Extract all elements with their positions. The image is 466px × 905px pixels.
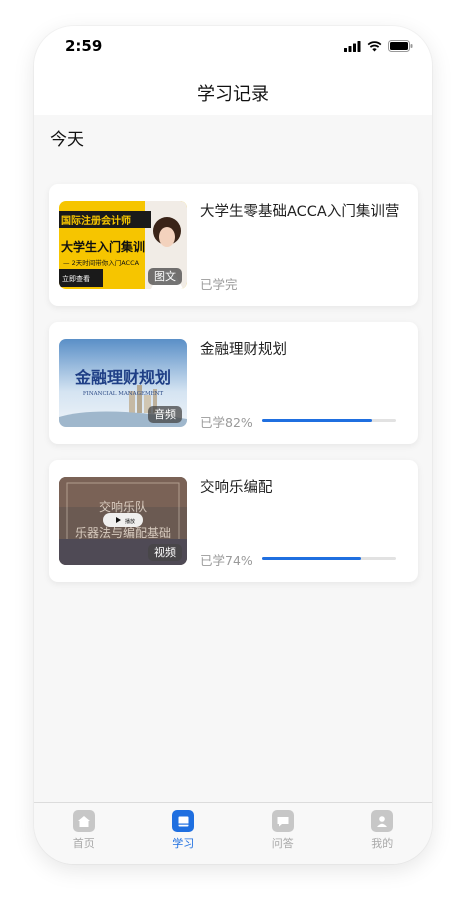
progress-bar: [262, 557, 396, 560]
tab-mine[interactable]: 我的: [333, 803, 433, 864]
thumb-text-sub: FINANCIAL MANAGEMENT: [83, 391, 164, 397]
thumb-text-line3: — 2天时间带你入门ACCA: [63, 258, 140, 267]
thumb-text-line1: 交响乐队: [99, 499, 147, 514]
play-button-label: 播放: [125, 518, 135, 525]
course-thumbnail: 国际注册会计师 大学生入门集训 — 2天时间带你入门ACCA 立即查看 图文: [59, 201, 187, 289]
course-thumbnail: 金融理财规划 FINANCIAL MANAGEMENT 音频: [59, 339, 187, 427]
course-card[interactable]: 交响乐队 乐器法与编配基础 播放 视频 交响乐编配 已学74%: [49, 460, 418, 582]
tab-label: 我的: [371, 837, 394, 850]
content-area[interactable]: 今天 国际注册会计师 大学生入门集训 — 2天时间带你入门ACCA 立即查看 图…: [34, 115, 432, 802]
user-icon: [371, 810, 394, 832]
type-badge: 视频: [148, 544, 182, 561]
course-title: 大学生零基础ACCA入门集训营: [200, 204, 400, 220]
home-icon: [72, 810, 95, 832]
thumb-text-line1: 国际注册会计师: [61, 214, 131, 227]
status-icons: [344, 40, 413, 52]
tab-label: 首页: [72, 837, 95, 850]
tab-study[interactable]: 学习: [134, 803, 234, 864]
status-time: 2:59: [65, 37, 103, 55]
course-card[interactable]: 国际注册会计师 大学生入门集训 — 2天时间带你入门ACCA 立即查看 图文 大…: [49, 184, 418, 306]
thumb-text-line2: 大学生入门集训: [61, 239, 145, 254]
progress-bar-fill: [262, 419, 372, 422]
book-icon: [172, 810, 195, 832]
progress-text: 已学74%: [200, 553, 253, 568]
course-card[interactable]: 金融理财规划 FINANCIAL MANAGEMENT 音频 金融理财规划 已学…: [49, 322, 418, 444]
progress-text: 已学完: [200, 277, 238, 292]
tab-qa[interactable]: 问答: [233, 803, 333, 864]
page-title: 学习记录: [197, 84, 269, 105]
thumb-text-main: 金融理财规划: [74, 368, 171, 387]
tab-bar: 首页 学习 问答 我的: [34, 802, 432, 864]
thumb-text-line2: 乐器法与编配基础: [75, 525, 171, 540]
tab-label: 学习: [172, 837, 195, 850]
section-title-today: 今天: [50, 130, 84, 150]
thumb-text-line4: 立即查看: [62, 274, 90, 283]
wifi-icon: [367, 40, 382, 51]
tab-label: 问答: [271, 837, 294, 850]
status-bar: 2:59: [34, 26, 432, 68]
type-badge: 音频: [148, 406, 182, 423]
progress-bar: [262, 419, 396, 422]
battery-icon: [388, 40, 413, 52]
course-title: 金融理财规划: [200, 342, 287, 358]
progress-text: 已学82%: [200, 415, 253, 430]
type-badge: 图文: [148, 268, 182, 285]
nav-bar: 学习记录: [34, 68, 432, 115]
tab-home[interactable]: 首页: [34, 803, 134, 864]
course-title: 交响乐编配: [200, 480, 273, 496]
course-thumbnail: 交响乐队 乐器法与编配基础 播放 视频: [59, 477, 187, 565]
phone-frame: 2:59 学习记录 今天 国际注册会计师 大学生入门集训 — 2天时间带你入门A…: [34, 26, 432, 864]
progress-bar-fill: [262, 557, 362, 560]
signal-icon: [344, 40, 361, 52]
chat-icon: [271, 810, 294, 832]
